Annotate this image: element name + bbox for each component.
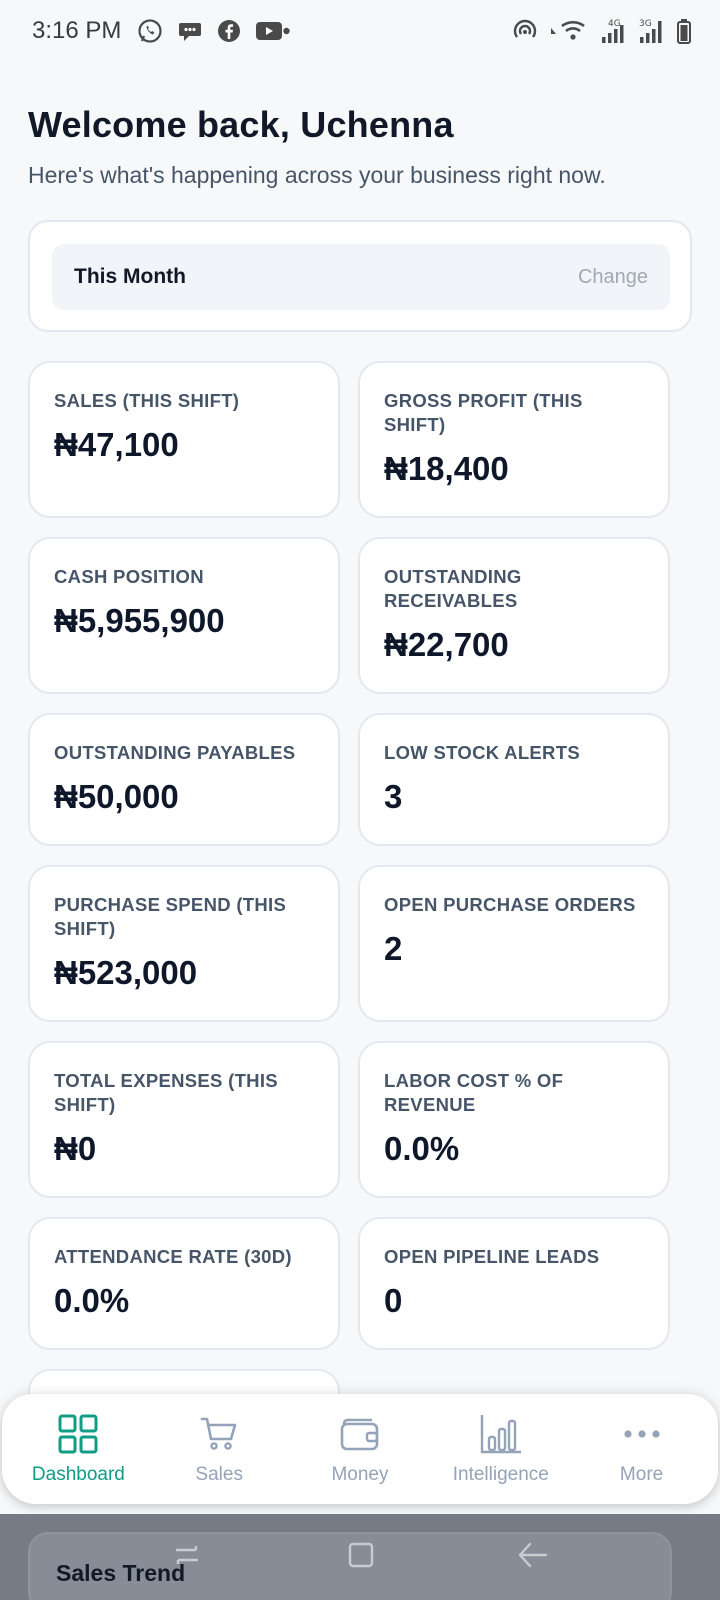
nav-item-intelligence[interactable]: Intelligence [431, 1412, 571, 1486]
kpi-value: 3 [384, 778, 403, 815]
kpi-value: ₦22,700 [384, 626, 509, 663]
signal-3g-icon: 3G [638, 17, 666, 45]
sales-trend-title: Sales Trend [56, 1560, 186, 1586]
youtube-icon [255, 19, 291, 43]
kpi-value: 2 [384, 930, 403, 967]
kpi-card-total-expenses[interactable]: TOTAL EXPENSES (THIS SHIFT) ₦0 [28, 1041, 340, 1198]
kpi-value: 0 [384, 1282, 403, 1319]
whatsapp-icon [137, 18, 163, 44]
home-icon[interactable] [346, 1540, 376, 1570]
kpi-value: ₦0 [54, 1130, 97, 1167]
kpi-label: TOTAL EXPENSES (THIS SHIFT) [54, 1070, 278, 1115]
kpi-label: LABOR COST % OF REVENUE [384, 1070, 564, 1115]
nav-label: Money [331, 1464, 389, 1485]
signal-4g-label: 4G [608, 19, 621, 29]
hotspot-icon [512, 19, 538, 43]
recent-apps-icon[interactable] [172, 1540, 202, 1570]
grid-icon [58, 1412, 98, 1456]
kpi-card-outstanding-payables[interactable]: OUTSTANDING PAYABLES ₦50,000 [28, 713, 340, 846]
kpi-card-open-purchase-orders[interactable]: OPEN PURCHASE ORDERS 2 [358, 865, 670, 1022]
page-subtitle: Here's what's happening across your busi… [28, 162, 606, 188]
kpi-label: LOW STOCK ALERTS [384, 742, 580, 763]
bottom-nav: Dashboard Sales Money Intelligence More [2, 1394, 718, 1504]
kpi-label: OPEN PIPELINE LEADS [384, 1246, 600, 1267]
kpi-value: ₦50,000 [54, 778, 179, 815]
nav-item-dashboard[interactable]: Dashboard [8, 1412, 148, 1486]
bar-chart-icon [479, 1412, 523, 1456]
kpi-value: 0.0% [384, 1130, 460, 1167]
kpi-value: ₦47,100 [54, 426, 179, 463]
kpi-value: ₦5,955,900 [54, 602, 225, 639]
kpi-card-cash-position[interactable]: CASH POSITION ₦5,955,900 [28, 537, 340, 694]
back-icon[interactable] [516, 1540, 550, 1570]
battery-icon [676, 18, 692, 44]
period-label: This Month [74, 265, 186, 288]
kpi-label: PURCHASE SPEND (THIS SHIFT) [54, 894, 287, 939]
wallet-icon [339, 1412, 381, 1456]
kpi-label: ATTENDANCE RATE (30D) [54, 1246, 292, 1267]
signal-3g-label: 3G [639, 19, 652, 29]
period-change-button[interactable]: Change [578, 266, 648, 289]
status-bar: 3:16 PM 4G 3G [0, 0, 720, 62]
kpi-card-low-stock-alerts[interactable]: LOW STOCK ALERTS 3 [358, 713, 670, 846]
kpi-card-labor-cost[interactable]: LABOR COST % OF REVENUE 0.0% [358, 1041, 670, 1198]
facebook-icon [217, 19, 241, 43]
period-selector-card: This Month Change [28, 220, 692, 332]
kpi-value: ₦18,400 [384, 450, 509, 487]
cart-icon [199, 1412, 239, 1456]
kpi-label: OUTSTANDING PAYABLES [54, 742, 296, 763]
kpi-label: OPEN PURCHASE ORDERS [384, 894, 636, 915]
kpi-card-outstanding-receivables[interactable]: OUTSTANDING RECEIVABLES ₦22,700 [358, 537, 670, 694]
kpi-card-gross-profit[interactable]: GROSS PROFIT (THIS SHIFT) ₦18,400 [358, 361, 670, 518]
nav-item-sales[interactable]: Sales [149, 1412, 289, 1486]
kpi-card-attendance-rate[interactable]: ATTENDANCE RATE (30D) 0.0% [28, 1217, 340, 1350]
page-title: Welcome back, Uchenna [28, 104, 454, 145]
kpi-label: OUTSTANDING RECEIVABLES [384, 566, 522, 611]
kpi-card-purchase-spend[interactable]: PURCHASE SPEND (THIS SHIFT) ₦523,000 [28, 865, 340, 1022]
kpi-value: ₦523,000 [54, 954, 198, 991]
status-time: 3:16 PM [32, 17, 122, 44]
signal-4g-icon: 4G [600, 17, 628, 45]
nav-item-more[interactable]: More [572, 1412, 712, 1486]
nav-label: Sales [195, 1464, 243, 1485]
kpi-value: 0.0% [54, 1282, 130, 1319]
kpi-card-sales[interactable]: SALES (THIS SHIFT) ₦47,100 [28, 361, 340, 518]
kpi-label: SALES (THIS SHIFT) [54, 390, 240, 411]
nav-label: More [619, 1464, 664, 1485]
nav-label: Intelligence [452, 1464, 549, 1485]
nav-label: Dashboard [31, 1464, 125, 1485]
period-selector[interactable]: This Month Change [52, 244, 670, 310]
wifi-icon [548, 18, 590, 44]
kpi-label: GROSS PROFIT (THIS SHIFT) [384, 390, 583, 435]
more-dots-icon [622, 1412, 662, 1456]
chat-bubble-icon [177, 19, 203, 43]
nav-item-money[interactable]: Money [290, 1412, 430, 1486]
kpi-card-open-pipeline-leads[interactable]: OPEN PIPELINE LEADS 0 [358, 1217, 670, 1350]
kpi-label: CASH POSITION [54, 566, 204, 587]
